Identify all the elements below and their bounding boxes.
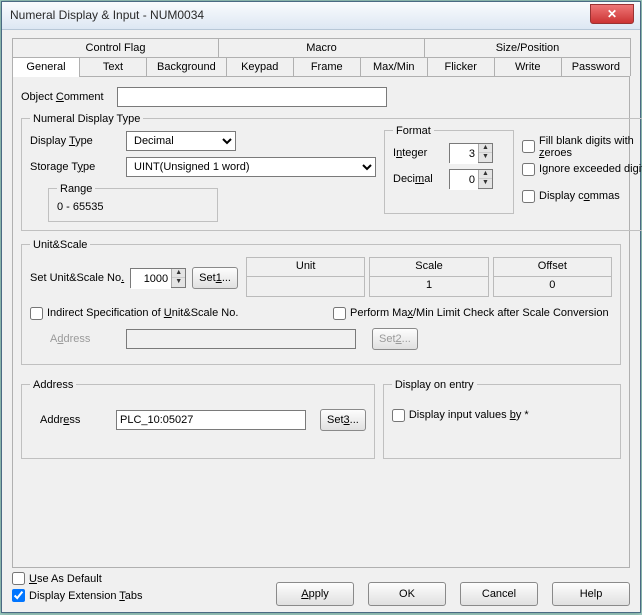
tab-strip: Control Flag Macro Size/Position General… xyxy=(12,38,630,77)
unitscale-legend: Unit&Scale xyxy=(30,239,90,251)
use-as-default-checkbox[interactable]: Use As Default xyxy=(12,572,102,585)
perform-check-label: Perform Max/Min Limit Check after Scale … xyxy=(350,307,609,319)
fill-zeroes-checkbox[interactable]: Fill blank digits with zeroes xyxy=(522,135,642,159)
display-type-label: Display Type xyxy=(30,135,126,147)
integer-stepper[interactable]: ▲▼ xyxy=(449,143,493,163)
tab-frame[interactable]: Frame xyxy=(293,57,361,76)
unitscale-group: Unit&Scale Set Unit&Scale No. ▲▼ Set1... xyxy=(21,239,621,365)
bottom-bar: Use As Default Display Extension Tabs Ap… xyxy=(12,572,630,606)
tab-background[interactable]: Background xyxy=(146,57,227,76)
indirect-address-label: Address xyxy=(50,333,120,345)
format-legend: Format xyxy=(393,125,434,137)
display-ext-tabs-checkbox[interactable]: Display Extension Tabs xyxy=(12,589,143,602)
down-arrow-icon[interactable]: ▼ xyxy=(172,278,185,287)
integer-arrows[interactable]: ▲▼ xyxy=(478,144,492,162)
unit-value xyxy=(246,277,365,297)
display-commas-label: Display commas xyxy=(539,190,620,202)
fill-zeroes-label: Fill blank digits with zeroes xyxy=(539,135,642,159)
unit-header: Unit xyxy=(246,257,365,277)
set1-button[interactable]: Set1... xyxy=(192,267,238,289)
decimal-stepper[interactable]: ▲▼ xyxy=(449,169,493,189)
object-comment-row: Object Comment xyxy=(21,87,621,107)
up-arrow-icon[interactable]: ▲ xyxy=(479,170,492,180)
range-legend: Range xyxy=(57,183,95,195)
storage-type-label: Storage Type xyxy=(30,161,126,173)
display-input-by-label: Display input values by * xyxy=(409,409,529,421)
unitscale-arrows[interactable]: ▲▼ xyxy=(171,269,185,287)
scale-value: 1 xyxy=(369,277,488,297)
down-arrow-icon[interactable]: ▼ xyxy=(479,153,492,162)
numeral-display-legend: Numeral Display Type xyxy=(30,113,143,125)
tab-row-lower: General Text Background Keypad Frame Max… xyxy=(12,57,630,77)
up-arrow-icon[interactable]: ▲ xyxy=(172,269,185,279)
tab-body: Object Comment Numeral Display Type Disp… xyxy=(12,77,630,568)
set-unitscale-label: Set Unit&Scale No. xyxy=(30,272,124,284)
ok-button[interactable]: OK xyxy=(368,582,446,606)
help-button[interactable]: Help xyxy=(552,582,630,606)
tab-write[interactable]: Write xyxy=(494,57,562,76)
indirect-address-input xyxy=(126,329,356,349)
unitscale-stepper[interactable]: ▲▼ xyxy=(130,268,186,288)
decimal-label: Decimal xyxy=(393,173,443,185)
storage-type-select[interactable]: UINT(Unsigned 1 word) xyxy=(126,157,376,177)
tab-maxmin[interactable]: Max/Min xyxy=(360,57,428,76)
decimal-arrows[interactable]: ▲▼ xyxy=(478,170,492,188)
object-comment-label: Object Comment xyxy=(21,91,117,103)
display-entry-legend: Display on entry xyxy=(392,379,477,391)
close-button[interactable]: ✕ xyxy=(590,4,634,24)
tab-text[interactable]: Text xyxy=(79,57,147,76)
tab-macro[interactable]: Macro xyxy=(218,38,425,57)
offset-value: 0 xyxy=(493,277,612,297)
cancel-button[interactable]: Cancel xyxy=(460,582,538,606)
tab-row-upper: Control Flag Macro Size/Position xyxy=(12,38,630,57)
down-arrow-icon[interactable]: ▼ xyxy=(479,179,492,188)
set3-button[interactable]: Set3... xyxy=(320,409,366,431)
display-entry-group: Display on entry Display input values by… xyxy=(383,379,621,459)
range-group: Range 0 - 65535 xyxy=(48,183,218,222)
set2-button: Set2... xyxy=(372,328,418,350)
address-input[interactable] xyxy=(116,410,306,430)
indirect-spec-label: Indirect Specification of Unit&Scale No. xyxy=(47,307,238,319)
close-icon: ✕ xyxy=(607,7,617,21)
dialog-window: Numeral Display & Input - NUM0034 ✕ Cont… xyxy=(1,1,641,613)
object-comment-input[interactable] xyxy=(117,87,387,107)
decimal-value[interactable] xyxy=(450,170,478,190)
tab-general[interactable]: General xyxy=(12,57,80,76)
use-as-default-label: Use As Default xyxy=(29,573,102,585)
display-type-select[interactable]: Decimal xyxy=(126,131,236,151)
display-ext-tabs-label: Display Extension Tabs xyxy=(29,590,143,602)
scale-header: Scale xyxy=(369,257,488,277)
up-arrow-icon[interactable]: ▲ xyxy=(479,144,492,154)
titlebar[interactable]: Numeral Display & Input - NUM0034 ✕ xyxy=(2,2,640,30)
numeral-display-group: Numeral Display Type Display Type Decima… xyxy=(21,113,642,231)
tab-flicker[interactable]: Flicker xyxy=(427,57,495,76)
address-legend: Address xyxy=(30,379,76,391)
tab-control-flag[interactable]: Control Flag xyxy=(12,38,219,57)
unitscale-value[interactable] xyxy=(131,269,171,289)
tab-password[interactable]: Password xyxy=(561,57,631,76)
address-group: Address Address Set3... xyxy=(21,379,375,459)
range-value: 0 - 65535 xyxy=(57,201,103,213)
integer-value[interactable] xyxy=(450,144,478,164)
window-title: Numeral Display & Input - NUM0034 xyxy=(10,8,204,22)
ignore-exceeded-label: Ignore exceeded digits xyxy=(539,163,642,175)
tab-keypad[interactable]: Keypad xyxy=(226,57,294,76)
display-commas-checkbox[interactable]: Display commas xyxy=(522,190,620,203)
display-input-by-checkbox[interactable]: Display input values by * xyxy=(392,409,529,422)
format-group: Format Integer ▲▼ Decimal xyxy=(384,125,514,214)
integer-label: Integer xyxy=(393,147,443,159)
offset-header: Offset xyxy=(493,257,612,277)
indirect-spec-checkbox[interactable]: Indirect Specification of Unit&Scale No. xyxy=(30,307,309,320)
address-label: Address xyxy=(40,414,110,426)
tab-size-position[interactable]: Size/Position xyxy=(424,38,631,57)
ignore-exceeded-checkbox[interactable]: Ignore exceeded digits xyxy=(522,163,642,176)
perform-check-checkbox[interactable]: Perform Max/Min Limit Check after Scale … xyxy=(333,307,612,320)
apply-button[interactable]: Apply xyxy=(276,582,354,606)
